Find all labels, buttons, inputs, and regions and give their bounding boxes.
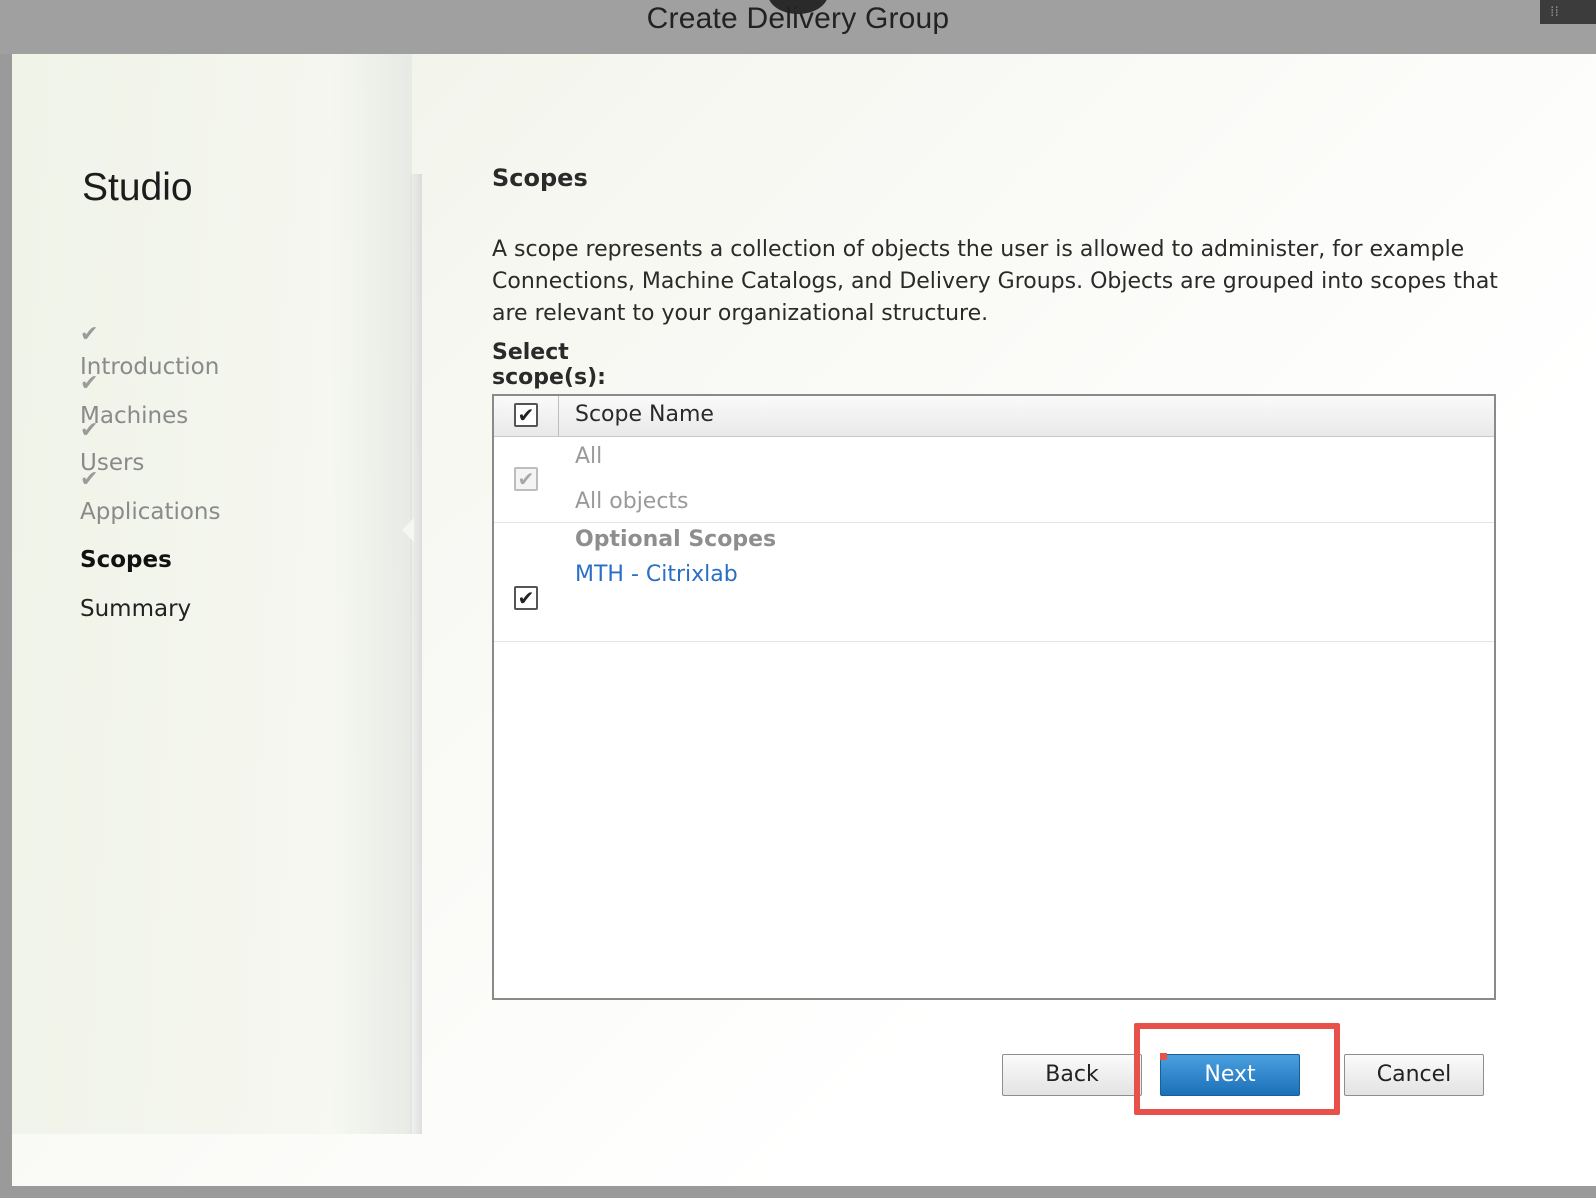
scope-name: All [575,444,603,469]
step-introduction[interactable]: ✔Introduction [80,318,219,380]
step-applications[interactable]: ✔Applications [80,463,221,525]
checkmark-icon: ✔ [80,467,99,492]
sidebar-divider [410,174,422,1134]
grid-icon: ⁞⁞ [1550,4,1559,20]
page-description: A scope represents a collection of objec… [492,237,1498,326]
scope-name-link[interactable]: MTH - Citrixlab [575,562,738,587]
window-bottom-edge [0,1186,1596,1198]
next-button-highlight [1134,1023,1340,1115]
scope-detail: All objects [575,489,689,514]
column-header-scope-name[interactable]: Scope Name [575,402,714,427]
checkmark-icon: ✔ [80,418,99,443]
brand-title: Studio [82,166,193,209]
window-titlebar: Create Delivery Group ⁞⁞ [0,0,1596,54]
window-title: Create Delivery Group [646,2,950,35]
scope-checkbox-all: ✔ [514,467,538,491]
window-corner-control[interactable]: ⁞⁞ [1540,0,1596,24]
step-machines[interactable]: ✔Machines [80,367,188,429]
current-step-indicator [402,518,414,542]
step-scopes: Scopes [80,512,172,573]
column-separator [558,396,559,436]
select-all-checkbox[interactable]: ✔ [514,403,538,427]
table-row: Optional Scopes MTH - Citrixlab ✔ [494,523,1494,642]
wizard-sidebar: Studio ✔Introduction ✔Machines ✔Users ✔A… [12,54,412,1134]
checkmark-icon: ✔ [80,371,99,396]
step-summary: Summary [80,561,191,622]
scope-group-label: Optional Scopes [575,527,777,552]
highlight-marker [1160,1053,1167,1060]
cancel-button[interactable]: Cancel [1344,1054,1484,1096]
checkmark-icon: ✔ [80,322,99,347]
table-row: ✔ All All objects [494,436,1494,523]
select-scopes-label: Select scope(s): [492,340,606,390]
scopes-table: ✔ Scope Name ✔ All All objects Optional … [492,394,1496,1000]
wizard-dialog: Studio ✔Introduction ✔Machines ✔Users ✔A… [12,54,1596,1186]
step-users[interactable]: ✔Users [80,414,144,476]
back-button[interactable]: Back [1002,1054,1142,1096]
step-label: Summary [80,596,192,622]
scope-checkbox-mth-citrixlab[interactable]: ✔ [514,586,538,610]
page-title: Scopes [492,164,588,192]
table-header: ✔ Scope Name [494,396,1494,437]
